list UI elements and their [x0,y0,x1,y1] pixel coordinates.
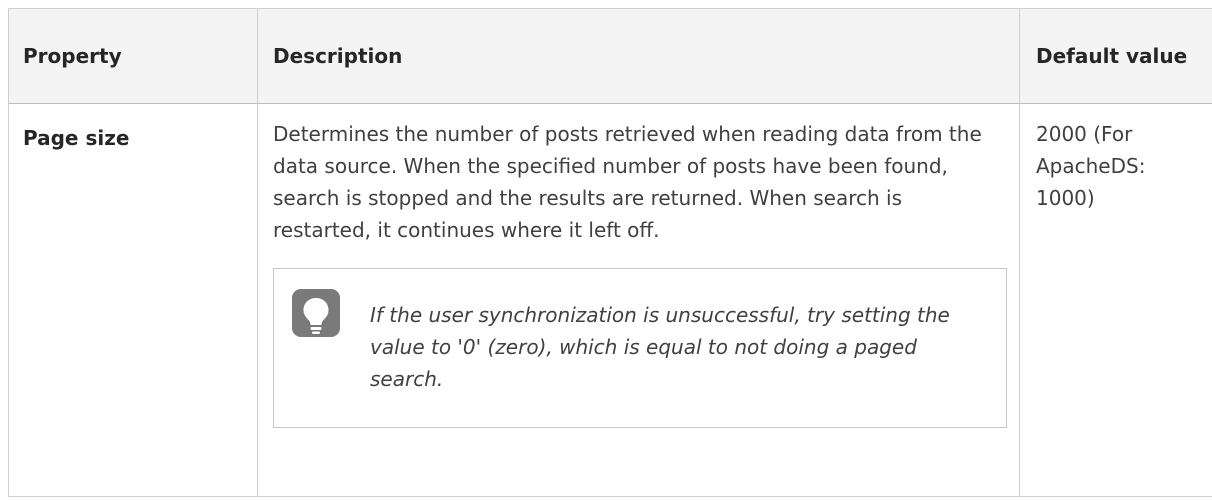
property-name: Page size [23,126,130,150]
cell-default-value: 2000 (For ApacheDS: 1000) [1019,103,1212,497]
cell-property: Page size [8,103,258,497]
header-property: Property [8,8,258,104]
cell-description: Determines the number of posts retrieved… [257,103,1020,497]
table-header-row: Property Description Default value [8,8,1212,104]
default-value-text: 2000 (For ApacheDS: 1000) [1036,122,1146,210]
header-default-value: Default value [1019,8,1212,104]
header-description: Description [257,8,1020,104]
tip-callout: If the user synchronization is unsuccess… [273,268,1007,428]
document-page: Property Description Default value Page … [0,0,1212,501]
tip-text: If the user synchronization is unsuccess… [370,303,950,391]
header-property-label: Property [23,44,122,68]
properties-table: Property Description Default value Page … [8,8,1212,497]
header-default-value-label: Default value [1036,44,1188,68]
description-text: Determines the number of posts retrieved… [273,122,982,242]
lightbulb-icon [292,289,340,337]
header-description-label: Description [273,44,403,68]
table-row: Page size Determines the number of posts… [8,103,1212,497]
